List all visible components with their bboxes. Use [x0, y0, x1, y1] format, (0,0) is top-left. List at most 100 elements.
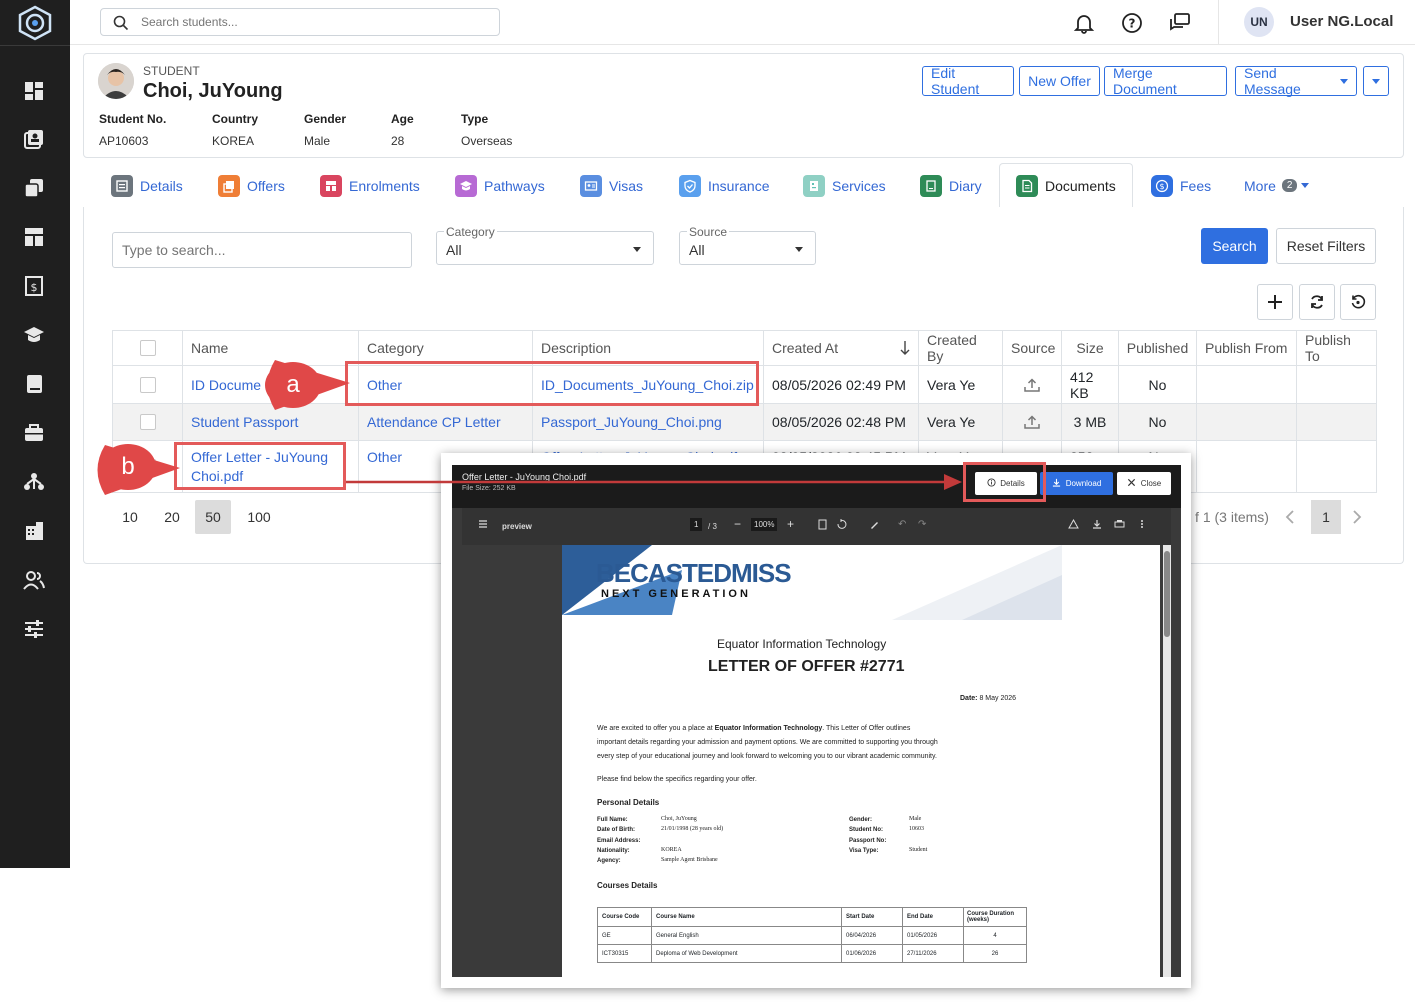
menu-icon[interactable] [478, 519, 488, 531]
next-page-button[interactable] [1347, 500, 1367, 534]
print-icon[interactable] [1114, 519, 1125, 531]
visas-icon [580, 174, 602, 197]
pdf-download-icon[interactable] [1092, 519, 1102, 531]
tab-pathways[interactable]: Pathways [455, 163, 545, 208]
layout-icon[interactable] [23, 226, 47, 250]
students-icon[interactable] [23, 128, 47, 152]
copy-icon[interactable] [23, 177, 47, 201]
col-created-at[interactable]: Created At [763, 331, 918, 365]
details-icon [111, 174, 133, 197]
page-size-10[interactable]: 10 [120, 500, 140, 534]
col-category[interactable]: Category [358, 331, 532, 365]
col-description[interactable]: Description [532, 331, 763, 365]
tab-label: Diary [949, 177, 982, 194]
doc-published: No [1118, 366, 1196, 403]
book-icon[interactable] [23, 373, 47, 397]
student-search-input[interactable] [141, 13, 481, 31]
col-publish-to[interactable]: Publish To [1296, 331, 1377, 365]
save-drive-icon[interactable] [1068, 518, 1079, 532]
tab-enrolments[interactable]: Enrolments [320, 163, 420, 208]
page-number-input[interactable]: 1 [690, 518, 703, 531]
doc-description-link[interactable]: Passport_JuYoung_Choi.png [532, 404, 763, 440]
pdf-scrollbar[interactable] [1163, 545, 1171, 977]
row-checkbox[interactable] [112, 404, 182, 440]
info-age: Age 28 [391, 112, 414, 148]
source-select[interactable]: Source All [679, 225, 816, 265]
search-button[interactable]: Search [1201, 228, 1268, 264]
col-source[interactable]: Source [1002, 331, 1061, 365]
download-button[interactable]: Download [1040, 472, 1113, 495]
building-icon[interactable] [23, 520, 47, 544]
tab-services[interactable]: Services [803, 163, 886, 208]
invoice-icon[interactable]: $ [23, 275, 47, 299]
redo-icon[interactable]: ↷ [918, 519, 926, 530]
bell-icon[interactable] [1073, 12, 1095, 34]
merge-document-button[interactable]: Merge Document [1104, 65, 1227, 97]
info-type: Type Overseas [461, 112, 513, 148]
fit-page-icon[interactable] [818, 519, 827, 532]
zoom-in-icon[interactable]: + [787, 517, 794, 531]
close-button[interactable]: Close [1117, 472, 1171, 495]
history-icon [1351, 294, 1366, 309]
col-published[interactable]: Published [1118, 331, 1196, 365]
tab-fees[interactable]: $ Fees [1151, 163, 1211, 208]
student-name: Choi, JuYoung [143, 80, 283, 102]
row-checkbox[interactable] [112, 366, 182, 403]
briefcase-icon[interactable] [23, 422, 47, 446]
tab-details[interactable]: Details [111, 163, 183, 208]
settings-sliders-icon[interactable] [23, 618, 47, 642]
more-actions-button[interactable] [1363, 66, 1389, 96]
page-size-20[interactable]: 20 [161, 500, 183, 534]
tab-insurance[interactable]: Insurance [679, 163, 769, 208]
edit-student-button[interactable]: Edit Student [922, 65, 1014, 97]
tab-label: Documents [1045, 177, 1116, 194]
tab-label: Services [832, 177, 886, 194]
tab-diary[interactable]: Diary [920, 163, 982, 208]
page-size-50[interactable]: 50 [195, 500, 231, 534]
users-icon[interactable] [23, 569, 47, 593]
col-size[interactable]: Size [1061, 331, 1118, 365]
user-name[interactable]: User NG.Local [1290, 13, 1393, 30]
page-1-button[interactable]: 1 [1311, 500, 1341, 534]
more-vertical-icon[interactable] [1140, 519, 1144, 531]
chat-icon[interactable] [1169, 12, 1191, 34]
refresh-button[interactable] [1299, 284, 1335, 320]
personal-left-values: Choi, JuYoung 21/01/1998 (28 years old) KO… [661, 816, 724, 864]
zoom-level[interactable]: 100% [751, 518, 778, 531]
reset-view-button[interactable] [1340, 284, 1376, 320]
tab-documents[interactable]: Documents [999, 163, 1133, 208]
tab-offers[interactable]: Offers [218, 163, 285, 208]
category-value: All [446, 242, 462, 258]
reset-filters-button[interactable]: Reset Filters [1276, 228, 1376, 264]
tab-visas[interactable]: Visas [580, 163, 643, 208]
page-size-100[interactable]: 100 [244, 500, 274, 534]
student-search[interactable] [100, 8, 500, 36]
zoom-out-icon[interactable]: − [734, 517, 741, 531]
pdf-page: BECASTEDMISS NEXT GENERATION Equator Inf… [562, 545, 1160, 977]
graduation-icon[interactable] [23, 324, 47, 348]
user-avatar[interactable]: UN [1244, 7, 1274, 37]
app-logo[interactable] [17, 5, 53, 41]
col-created-by[interactable]: Created By [918, 331, 1002, 365]
tab-more[interactable]: More 2 [1244, 163, 1310, 208]
new-offer-button[interactable]: New Offer [1019, 66, 1100, 96]
send-message-button[interactable]: Send Message [1235, 65, 1357, 97]
document-search-input[interactable] [112, 232, 412, 268]
rotate-icon[interactable] [836, 519, 847, 532]
svg-text:$: $ [1159, 182, 1164, 191]
category-select[interactable]: Category All [436, 225, 654, 265]
network-icon[interactable] [23, 471, 47, 495]
annotate-icon[interactable] [869, 519, 880, 532]
pdf-viewer: preview 1 / 3 − 100% + ↶ ↷ BECASTEDMISS … [452, 508, 1181, 977]
undo-icon[interactable]: ↶ [898, 519, 906, 530]
add-document-button[interactable] [1257, 284, 1293, 320]
col-publish-from[interactable]: Publish From [1196, 331, 1296, 365]
offers-icon [218, 174, 240, 197]
select-all-checkbox[interactable] [112, 331, 182, 365]
dashboard-icon[interactable] [23, 80, 47, 104]
search-icon [113, 15, 129, 31]
prev-page-button[interactable] [1280, 500, 1300, 534]
doc-category-link[interactable]: Attendance CP Letter [358, 404, 532, 440]
pathways-icon [455, 174, 477, 197]
help-icon[interactable]: ? [1121, 12, 1143, 34]
